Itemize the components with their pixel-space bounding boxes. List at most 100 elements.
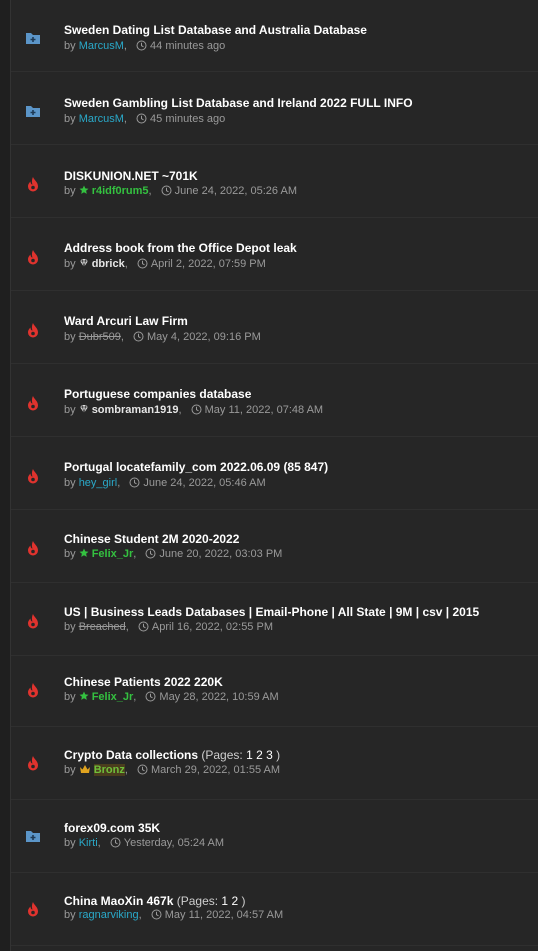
thread-title-line: China MaoXin 467k (Pages: 1 2 )	[64, 894, 245, 908]
clock-icon	[136, 113, 147, 127]
thread-title[interactable]: Chinese Patients 2022 220K	[64, 675, 223, 689]
thread-title[interactable]: DISKUNION.NET ~701K	[64, 169, 198, 183]
clock-icon	[137, 764, 148, 778]
author-link[interactable]: MarcusM	[79, 40, 124, 52]
thread-list: Sweden Dating List Database and Australi…	[10, 0, 538, 951]
thread-title[interactable]: Sweden Gambling List Database and Irelan…	[64, 96, 413, 110]
thread-row: Chinese Student 2M 2020-2022 by Felix_Jr…	[11, 511, 538, 583]
author-link[interactable]: Dubr509	[79, 331, 121, 343]
thread-row: Ward Arcuri Law Firm by Dubr509, May 4, …	[11, 292, 538, 364]
author-link[interactable]: ragnarviking	[79, 909, 139, 921]
by-label: by	[64, 837, 76, 849]
by-label: by	[64, 404, 76, 416]
star-icon	[79, 691, 89, 704]
page-link[interactable]: 1	[246, 748, 253, 762]
author-link[interactable]: Felix_Jr	[92, 691, 134, 703]
clock-icon	[110, 837, 121, 851]
author-link[interactable]: r4idf0rum5	[92, 185, 149, 197]
thread-row: Address book from the Office Depot leak …	[11, 219, 538, 291]
clock-icon	[191, 404, 202, 418]
star-icon	[79, 548, 89, 561]
by-label: by	[64, 764, 76, 776]
fire-icon	[25, 540, 41, 556]
author-link[interactable]: sombraman1919	[92, 404, 179, 416]
page-link[interactable]: 2	[231, 894, 238, 908]
thread-row: Sweden Gambling List Database and Irelan…	[11, 73, 538, 145]
page-link[interactable]: 1	[221, 894, 228, 908]
clock-icon	[145, 691, 156, 705]
fire-icon	[25, 322, 41, 338]
thread-row: Sweden Dating List Database and Australi…	[11, 0, 538, 72]
post-time: June 20, 2022, 03:03 PM	[159, 548, 283, 560]
clock-icon	[161, 185, 172, 199]
crown-icon	[79, 764, 91, 777]
thread-row: US | Business Leads Databases | Email-Ph…	[11, 584, 538, 656]
by-label: by	[64, 258, 76, 270]
post-time: April 16, 2022, 02:55 PM	[151, 621, 273, 633]
author-link[interactable]: Bronz	[93, 764, 125, 776]
fire-icon	[25, 249, 41, 265]
author-link[interactable]: hey_girl	[79, 477, 118, 489]
thread-title[interactable]: Portuguese companies database	[64, 387, 251, 401]
folder-icon	[25, 103, 41, 119]
clock-icon	[133, 331, 144, 345]
thread-title[interactable]: Ward Arcuri Law Firm	[64, 314, 188, 328]
author-link[interactable]: Kirti	[79, 837, 98, 849]
thread-meta: by Breached, April 16, 2022, 02:55 PM	[64, 621, 273, 635]
clock-icon	[151, 909, 162, 923]
post-time: March 29, 2022, 01:55 AM	[150, 764, 281, 776]
post-time: 45 minutes ago	[150, 113, 226, 125]
thread-meta: by dbrick, April 2, 2022, 07:59 PM	[64, 258, 266, 272]
thread-row: forex09.com 35K by Kirti, Yesterday, 05:…	[11, 801, 538, 873]
by-label: by	[64, 185, 76, 197]
author-link[interactable]: MarcusM	[79, 113, 124, 125]
thread-row: DISKUNION.NET ~701K by r4idf0rum5, June …	[11, 146, 538, 218]
folder-icon	[25, 30, 41, 46]
thread-row: China MaoXin 467k (Pages: 1 2 ) by ragna…	[11, 874, 538, 946]
clock-icon	[136, 40, 147, 54]
author-link[interactable]: dbrick	[92, 258, 125, 270]
fire-icon	[25, 755, 41, 771]
clock-icon	[138, 621, 149, 635]
thread-meta: by r4idf0rum5, June 24, 2022, 05:26 AM	[64, 185, 297, 199]
thread-meta: by sombraman1919, May 11, 2022, 07:48 AM	[64, 404, 324, 418]
by-label: by	[64, 331, 76, 343]
thread-title[interactable]: US | Business Leads Databases | Email-Ph…	[64, 605, 479, 619]
post-time: Yesterday, 05:24 AM	[123, 837, 225, 849]
thread-title[interactable]: Portugal locatefamily_com 2022.06.09 (85…	[64, 460, 328, 474]
thread-title[interactable]: forex09.com 35K	[64, 821, 160, 835]
thread-title[interactable]: China MaoXin 467k	[64, 894, 173, 908]
fire-icon	[25, 613, 41, 629]
thread-title-line: Crypto Data collections (Pages: 1 2 3 )	[64, 748, 280, 762]
by-label: by	[64, 621, 76, 633]
post-time: May 11, 2022, 04:57 AM	[164, 909, 284, 921]
by-label: by	[64, 909, 76, 921]
star-icon	[79, 185, 89, 198]
thread-title[interactable]: Sweden Dating List Database and Australi…	[64, 23, 367, 37]
clock-icon	[145, 548, 156, 562]
page-link[interactable]: 2	[256, 748, 263, 762]
thread-row: Chinese Patients 2022 220K by Felix_Jr, …	[11, 655, 538, 727]
by-label: by	[64, 113, 76, 125]
pages-indicator: (Pages: 1 2 )	[176, 894, 246, 908]
fire-icon	[25, 682, 41, 698]
thread-row: Portugal locatefamily_com 2022.06.09 (85…	[11, 438, 538, 510]
author-link[interactable]: Breached	[79, 621, 126, 633]
diamond-icon	[79, 404, 89, 417]
thread-row: Portuguese companies database by sombram…	[11, 365, 538, 437]
page-link[interactable]: 3	[266, 748, 273, 762]
thread-meta: by Felix_Jr, June 20, 2022, 03:03 PM	[64, 548, 283, 562]
post-time: May 4, 2022, 09:16 PM	[147, 331, 261, 343]
thread-title[interactable]: Chinese Student 2M 2020-2022	[64, 532, 239, 546]
clock-icon	[137, 258, 148, 272]
fire-icon	[25, 176, 41, 192]
by-label: by	[64, 40, 76, 52]
clock-icon	[129, 477, 140, 491]
thread-meta: by MarcusM, 44 minutes ago	[64, 40, 226, 54]
by-label: by	[64, 477, 76, 489]
fire-icon	[25, 395, 41, 411]
thread-title[interactable]: Crypto Data collections	[64, 748, 198, 762]
author-link[interactable]: Felix_Jr	[92, 548, 134, 560]
thread-row: Crypto Data collections (Pages: 1 2 3 ) …	[11, 728, 538, 800]
thread-title[interactable]: Address book from the Office Depot leak	[64, 241, 297, 255]
